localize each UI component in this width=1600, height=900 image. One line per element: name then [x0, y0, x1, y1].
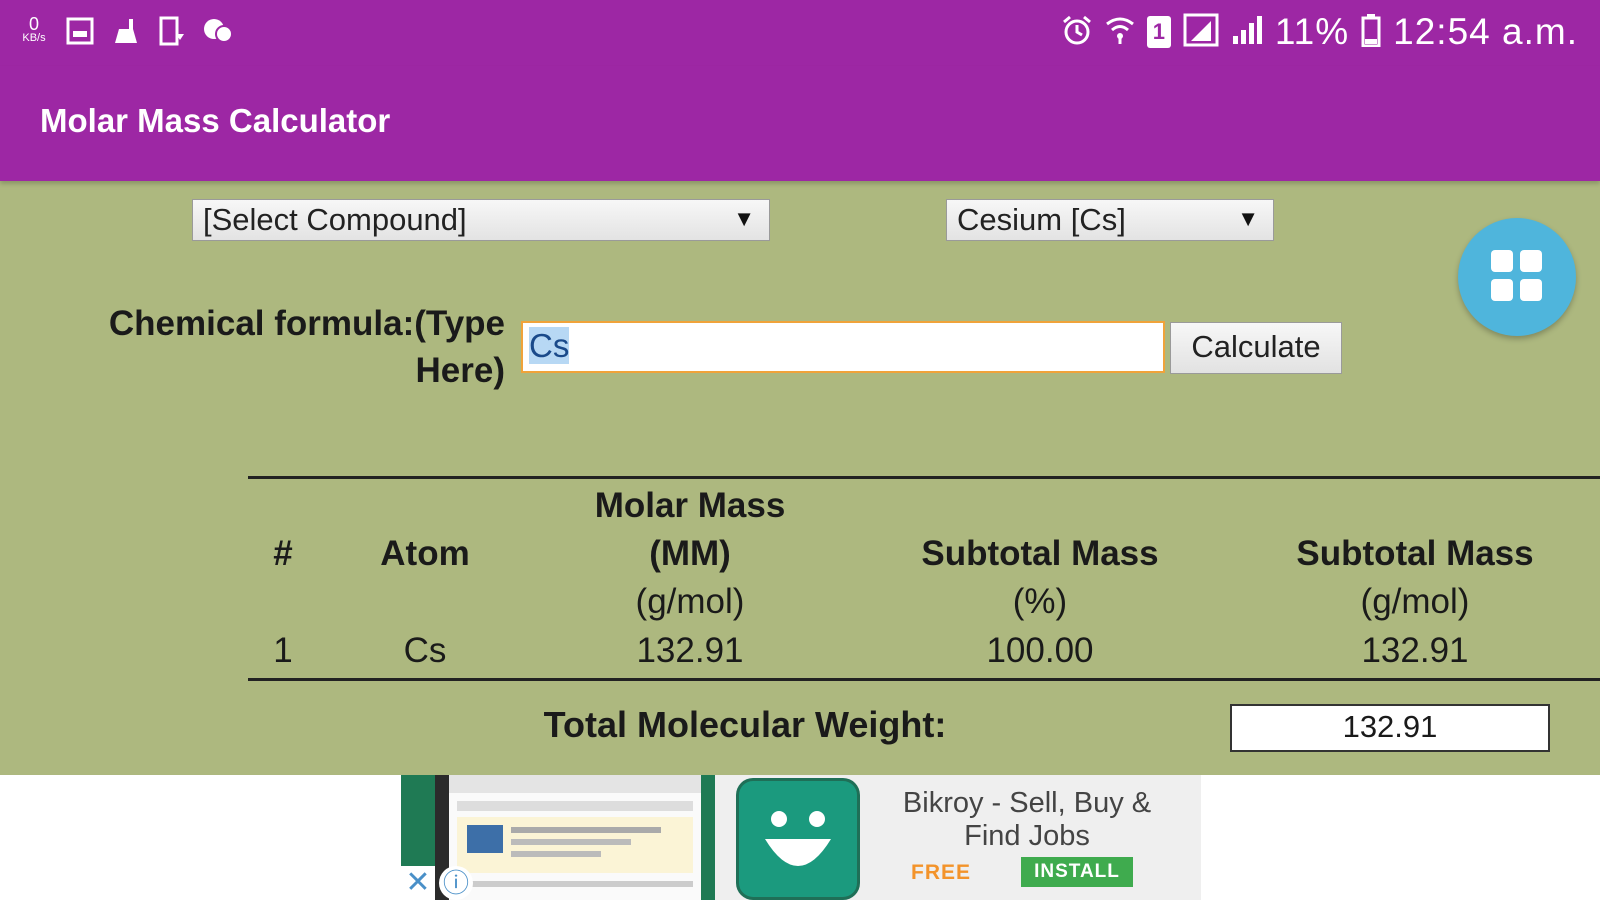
formula-input-value: Cs — [529, 327, 570, 364]
element-select-value: Cesium [Cs] — [957, 202, 1126, 237]
element-select[interactable]: Cesium [Cs] ▼ — [946, 199, 1274, 241]
total-weight-value: 132.91 — [1230, 704, 1550, 752]
phone-download-icon — [156, 14, 188, 48]
chat-icon — [202, 14, 234, 48]
system-status: 1 11% 12:54 a.m. — [1061, 10, 1578, 54]
alarm-icon — [1061, 14, 1093, 51]
total-weight-label: Total Molecular Weight: — [543, 704, 947, 745]
header-subtotal-mass-unit: (g/mol) — [1360, 582, 1470, 621]
data-speed-value: 0 — [28, 14, 39, 34]
row-number: 1 — [273, 631, 293, 670]
header-subtotal-percent-line1: Subtotal Mass — [921, 534, 1159, 573]
header-molar-mass-unit: (g/mol) — [635, 582, 745, 621]
image-icon — [64, 14, 96, 48]
ad-banner-area: ✕ ⓘ Bikroy - Sell, Buy & Find Jobs FREE … — [0, 775, 1600, 900]
table-bottom-rule — [248, 678, 1600, 681]
formula-label-line2: Here) — [415, 351, 505, 390]
chevron-down-icon: ▼ — [733, 206, 755, 231]
header-subtotal-percent-unit: (%) — [1012, 582, 1068, 621]
battery-icon — [1361, 13, 1381, 52]
formula-input[interactable]: Cs — [521, 321, 1165, 373]
chevron-down-icon: ▼ — [1237, 206, 1259, 231]
signal-icon — [1183, 13, 1219, 52]
row-subtotal-mass: 132.91 — [1361, 631, 1469, 670]
header-subtotal-mass: Subtotal Mass (g/mol) — [1255, 530, 1575, 626]
sim1-icon: 1 — [1146, 16, 1171, 48]
formula-label: Chemical formula:(Type Here) — [60, 300, 505, 394]
compound-select[interactable]: [Select Compound] ▼ — [192, 199, 770, 241]
sim-label: 1 — [1152, 19, 1165, 44]
ad-title: Bikroy - Sell, Buy & Find Jobs — [902, 787, 1152, 852]
header-subtotal-percent: Subtotal Mass (%) — [880, 530, 1200, 626]
data-speed-icon: 0 KB/s — [18, 14, 50, 48]
wifi-icon — [1105, 14, 1135, 51]
notification-icons: 0 KB/s — [18, 14, 234, 48]
header-number: # — [273, 534, 293, 573]
compound-select-value: [Select Compound] — [203, 202, 467, 237]
data-speed-unit: KB/s — [22, 32, 46, 44]
header-molar-mass-line2: (MM) — [649, 534, 731, 573]
app-bar: Molar Mass Calculator — [0, 66, 1600, 181]
row-subtotal-percent: 100.00 — [986, 631, 1094, 670]
close-icon[interactable]: ✕ — [401, 866, 435, 900]
ad-install-button[interactable]: INSTALL — [1021, 857, 1133, 887]
row-atom: Cs — [403, 631, 447, 670]
bikroy-smile-icon — [739, 781, 857, 897]
row-molar-mass: 132.91 — [636, 631, 744, 670]
clock: 12:54 a.m. — [1393, 11, 1578, 52]
battery-percent: 11% — [1274, 11, 1350, 52]
header-atom: Atom — [380, 534, 470, 573]
info-icon[interactable]: ⓘ — [439, 866, 473, 900]
formula-label-line1: Chemical formula:(Type — [108, 304, 505, 343]
table-top-rule — [248, 476, 1600, 479]
cleaner-icon — [110, 14, 142, 48]
header-subtotal-mass-line1: Subtotal Mass — [1296, 534, 1534, 573]
signal-icon — [1231, 14, 1263, 51]
ad-banner[interactable]: ✕ ⓘ Bikroy - Sell, Buy & Find Jobs FREE … — [401, 775, 1201, 900]
calculate-button[interactable]: Calculate — [1170, 322, 1342, 374]
app-title: Molar Mass Calculator — [40, 102, 391, 139]
header-molar-mass-line1: Molar Mass — [594, 486, 786, 525]
menu-fab-button[interactable] — [1458, 218, 1576, 336]
header-molar-mass: Molar Mass (MM) (g/mol) — [540, 482, 840, 626]
status-bar: 0 KB/s 1 11% 12:54 a.m. — [0, 0, 1600, 66]
ad-free-label: FREE — [911, 861, 972, 884]
